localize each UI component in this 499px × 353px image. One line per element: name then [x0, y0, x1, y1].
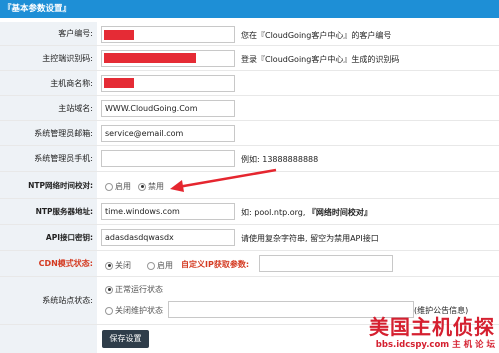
radio-selected-icon — [138, 182, 146, 191]
radio-circle-icon — [105, 182, 113, 191]
ntp-server-label: NTP服务器地址: — [0, 199, 97, 224]
admin-phone-label: 系统管理员手机: — [0, 146, 97, 171]
radio-selected-icon — [105, 285, 113, 294]
cdn-off-radio[interactable]: 关闭 — [105, 260, 131, 271]
row-customer-id: 客户编号: 您在『CloudGoing客户中心』的客户编号 — [0, 22, 499, 46]
radio-circle-icon — [147, 261, 155, 270]
radio-selected-icon — [105, 261, 113, 270]
watermark-title: 美国主机侦探 — [369, 315, 495, 339]
row-ntp-check: NTP网络时间校对: 启用 禁用 — [0, 168, 499, 199]
api-key-hint: 请使用复杂字符串, 留空为禁用API接口 — [241, 234, 379, 243]
row-cdn-mode: CDN模式状态: 关闭 启用 自定义IP获取参数: — [0, 251, 499, 277]
site-running-radio[interactable]: 正常运行状态 — [105, 284, 163, 295]
row-ntp-server: NTP服务器地址: time.windows.com 如: pool.ntp.o… — [0, 199, 499, 225]
auth-code-hint: 登录『CloudGoing客户中心』生成的识别码 — [241, 55, 400, 64]
customer-id-hint: 您在『CloudGoing客户中心』的客户编号 — [241, 31, 392, 40]
customer-id-redaction — [104, 30, 134, 40]
customer-id-label: 客户编号: — [0, 22, 97, 45]
site-running-label: 正常运行状态 — [115, 285, 163, 294]
site-domain-label: 主站域名: — [0, 96, 97, 120]
ntp-server-hint-prefix: 如: pool.ntp.org, — [241, 208, 308, 217]
api-key-label: API接口密钥: — [0, 225, 97, 250]
ntp-server-hint-bold: 『网络时间校对』 — [307, 208, 372, 217]
custom-ip-input[interactable] — [259, 255, 393, 272]
row-api-key: API接口密钥: adasdasdqwasdx 请使用复杂字符串, 留空为禁用A… — [0, 225, 499, 251]
row-auth-code: 主控端识别码: 登录『CloudGoing客户中心』生成的识别码 — [0, 46, 499, 71]
cdn-on-label: 启用 — [157, 261, 173, 270]
section-header: 『基本参数设置』 — [0, 0, 499, 18]
row-host-name: 主机商名称: — [0, 71, 499, 96]
admin-phone-input[interactable] — [101, 150, 235, 167]
save-row-label — [0, 325, 97, 353]
host-name-label: 主机商名称: — [0, 71, 97, 95]
radio-circle-icon — [105, 306, 113, 315]
custom-ip-label: 自定义IP获取参数: — [181, 260, 250, 269]
site-status-label: 系统站点状态: — [0, 277, 97, 324]
admin-email-label: 系统管理员邮箱: — [0, 121, 97, 145]
host-name-redaction — [104, 78, 134, 88]
ntp-check-label: NTP网络时间校对: — [0, 172, 97, 198]
cdn-on-radio[interactable]: 启用 — [147, 260, 173, 271]
ntp-enable-radio[interactable]: 启用 — [105, 181, 131, 192]
cdn-off-label: 关闭 — [115, 261, 131, 270]
row-site-domain: 主站域名: WWW.CloudGoing.Com — [0, 96, 499, 121]
watermark-subtitle: bbs.idcspy.com 主 机 论 坛 — [375, 340, 495, 350]
cdn-mode-label: CDN模式状态: — [0, 251, 97, 276]
site-maintenance-label: 关闭维护状态 — [115, 306, 163, 315]
row-admin-email: 系统管理员邮箱: service@email.com — [0, 121, 499, 146]
watermark: 美国主机侦探 bbs.idcspy.com 主 机 论 坛 — [369, 316, 495, 350]
admin-phone-hint: 例如: 13888888888 — [241, 155, 319, 164]
section-title: 『基本参数设置』 — [3, 4, 72, 14]
ntp-enable-label: 启用 — [115, 182, 131, 191]
annotation-arrow-icon — [170, 168, 277, 192]
save-button[interactable]: 保存设置 — [102, 330, 149, 348]
ntp-server-input[interactable]: time.windows.com — [101, 203, 235, 220]
auth-code-redaction — [104, 53, 196, 63]
auth-code-label: 主控端识别码: — [0, 46, 97, 70]
ntp-disable-label: 禁用 — [148, 182, 164, 191]
admin-email-input[interactable]: service@email.com — [101, 125, 235, 142]
site-maintenance-radio[interactable]: 关闭维护状态 — [105, 305, 163, 316]
site-domain-input[interactable]: WWW.CloudGoing.Com — [101, 100, 235, 117]
ntp-disable-radio[interactable]: 禁用 — [138, 181, 164, 192]
api-key-input[interactable]: adasdasdqwasdx — [101, 229, 235, 246]
ntp-server-hint: 如: pool.ntp.org, 『网络时间校对』 — [241, 207, 372, 218]
